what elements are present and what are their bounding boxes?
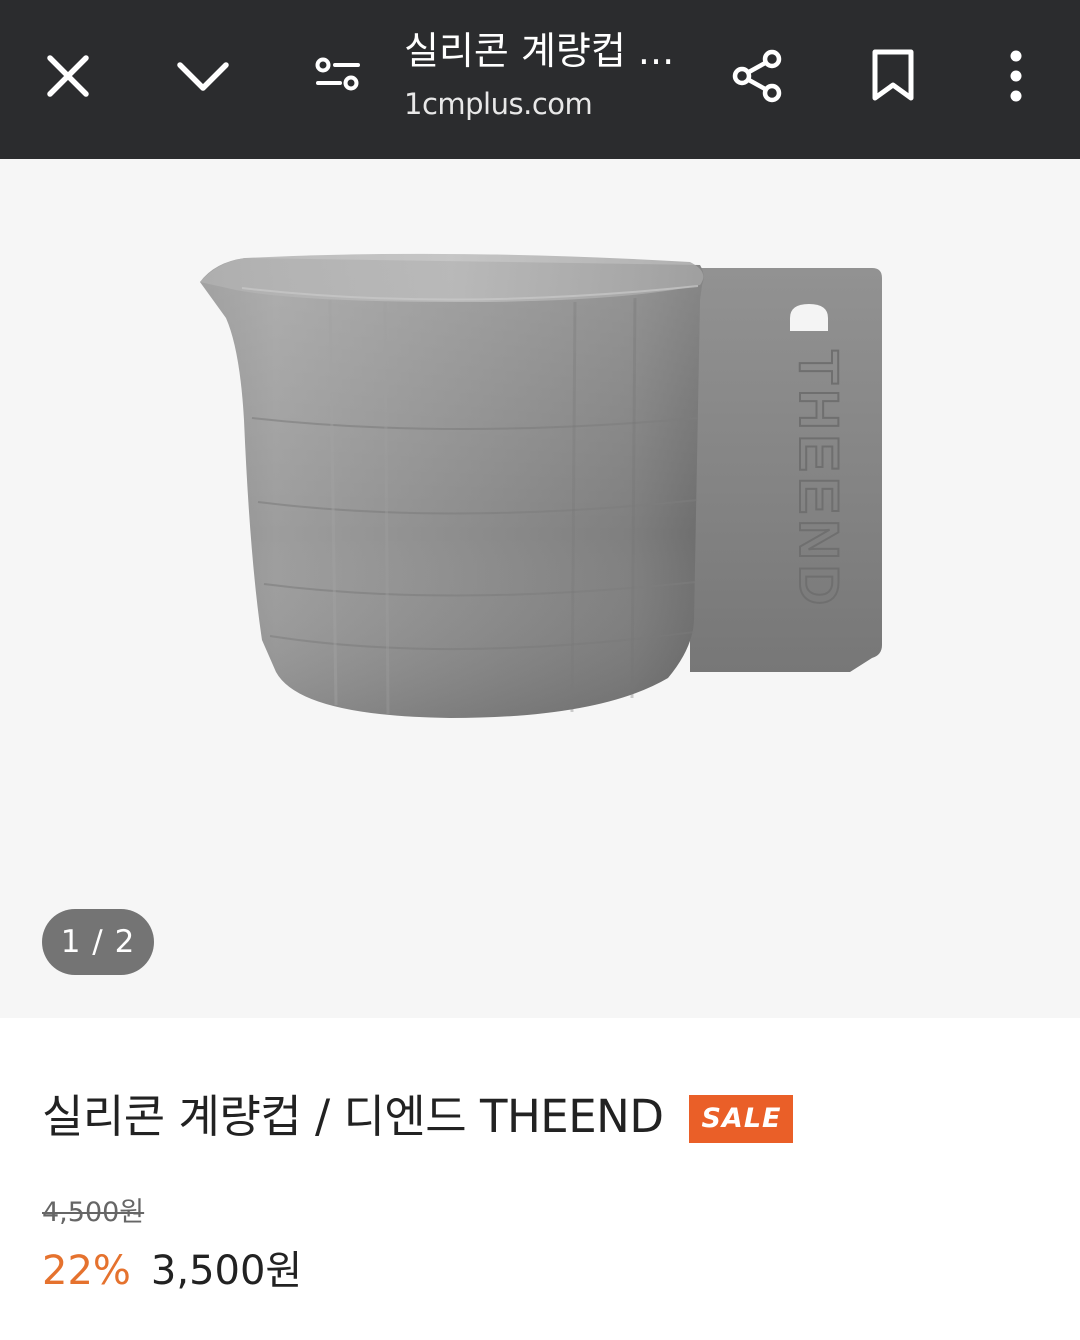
original-price: 4,500원 xyxy=(42,1197,145,1228)
discount-rate: 22% xyxy=(42,1248,131,1294)
page-title-area[interactable]: 실리콘 계량컵 ... 1cmplus.com xyxy=(404,26,704,124)
cup-body xyxy=(200,253,704,718)
sale-badge: SALE xyxy=(689,1094,794,1143)
page-url: 1cmplus.com xyxy=(404,87,593,121)
price-row: 22% 3,500원 xyxy=(42,1238,302,1296)
collapse-button[interactable] xyxy=(161,34,245,118)
handle: THEEND xyxy=(690,268,882,672)
product-image: THEEND xyxy=(200,253,882,718)
product-title-row: 실리콘 계량컵 / 디엔드 THEEND SALE xyxy=(42,1080,794,1145)
product-info: 실리콘 계량컵 / 디엔드 THEEND SALE 4,500원 22% 3,5… xyxy=(0,1018,1080,1340)
more-options-button[interactable] xyxy=(974,34,1058,118)
filter-icon xyxy=(315,57,360,91)
bookmark-icon xyxy=(872,49,914,101)
chevron-down-icon xyxy=(177,62,229,91)
close-button[interactable] xyxy=(26,34,110,118)
image-counter: 1 / 2 xyxy=(42,909,154,975)
product-image-gallery[interactable]: THEEND 1 / 2 xyxy=(0,159,1080,1018)
more-vert-icon xyxy=(1010,50,1022,102)
browser-toolbar: 실리콘 계량컵 ... 1cmplus.com xyxy=(0,0,1080,159)
close-icon xyxy=(47,55,89,97)
product-name: 실리콘 계량컵 / 디엔드 THEEND xyxy=(42,1090,664,1143)
page-settings-button[interactable] xyxy=(296,34,380,118)
share-icon xyxy=(732,49,782,103)
handle-brand-text: THEEND xyxy=(788,350,851,610)
bookmark-button[interactable] xyxy=(851,34,935,118)
page-title: 실리콘 계량컵 ... xyxy=(404,29,675,73)
share-button[interactable] xyxy=(716,34,800,118)
sale-price: 3,500원 xyxy=(150,1248,303,1294)
